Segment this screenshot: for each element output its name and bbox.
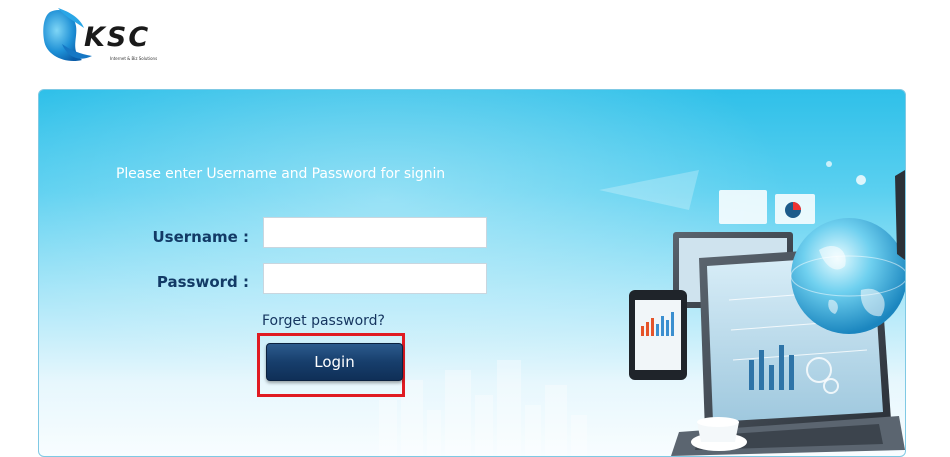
logo-tagline: Internet & Biz Solutions	[110, 56, 158, 61]
skyline-decoration	[379, 360, 587, 456]
login-button[interactable]: Login	[266, 343, 403, 381]
logo-wordmark: KSC	[84, 22, 151, 53]
password-input[interactable]	[263, 263, 487, 294]
signin-prompt: Please enter Username and Password for s…	[116, 166, 446, 182]
forgot-password-link[interactable]: Forget password?	[262, 313, 385, 329]
username-input[interactable]	[263, 217, 487, 248]
computer-illustration	[599, 161, 905, 456]
login-panel: Please enter Username and Password for s…	[38, 89, 906, 457]
ksc-logo: KSC Internet & Biz Solutions	[40, 4, 180, 68]
password-label: Password :	[156, 273, 249, 291]
username-label: Username :	[152, 228, 249, 246]
